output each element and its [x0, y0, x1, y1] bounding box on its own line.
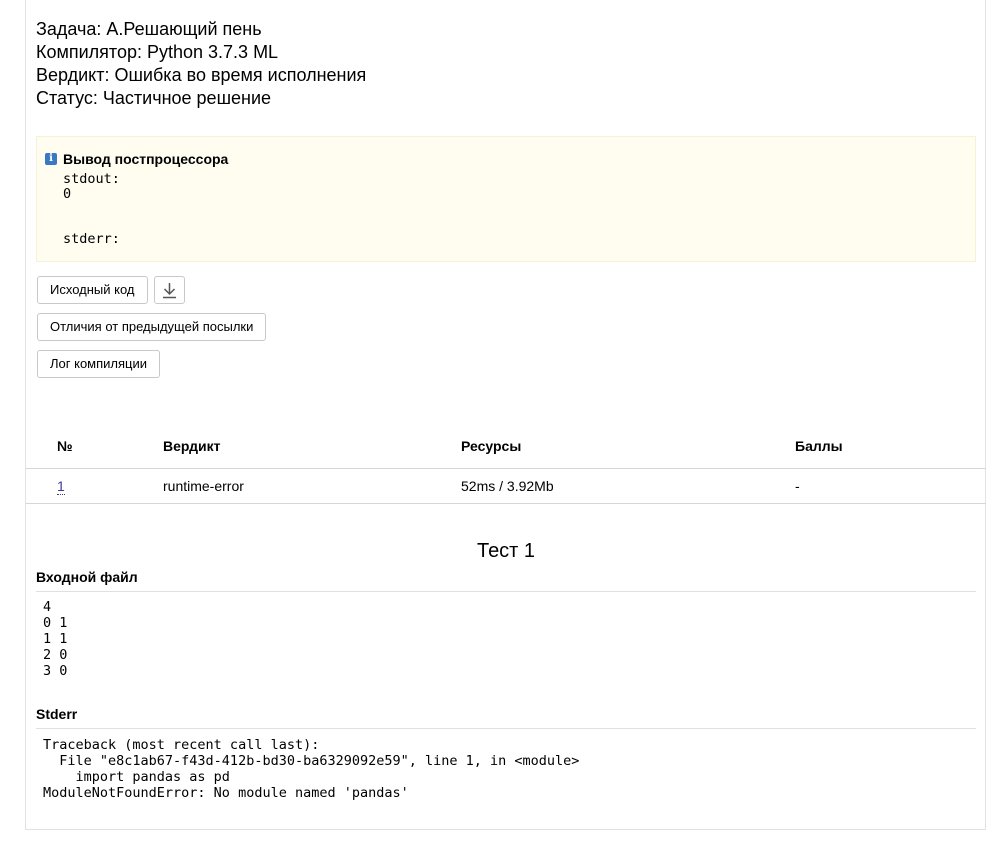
test-score: - — [795, 478, 800, 494]
postprocessor-text: stdout: 0 stderr: — [63, 172, 120, 247]
test-number-link[interactable]: 1 — [57, 478, 65, 495]
stderr-divider — [36, 728, 976, 729]
submission-panel: Задача: А.Решающий пень Компилятор: Pyth… — [25, 0, 986, 830]
submission-info: Задача: А.Решающий пень Компилятор: Pyth… — [36, 18, 366, 110]
stderr-label: stderr: — [63, 231, 120, 247]
test-resources: 52ms / 3.92Mb — [461, 478, 554, 494]
test-verdict: runtime-error — [163, 478, 244, 494]
table-row: 1 runtime-error 52ms / 3.92Mb - — [26, 469, 986, 504]
stderr-label: Stderr — [36, 706, 78, 722]
verdict-line: Вердикт: Ошибка во время исполнения — [36, 65, 367, 85]
compiler-line: Компилятор: Python 3.7.3 ML — [36, 42, 279, 62]
col-num-header: № — [57, 438, 73, 454]
input-file-content: 4 0 1 1 1 2 0 3 0 — [43, 599, 68, 679]
stdout-label: stdout: — [63, 171, 120, 187]
col-score-header: Баллы — [795, 438, 843, 454]
download-button[interactable] — [154, 276, 185, 304]
stdout-value: 0 — [63, 186, 72, 202]
postprocessor-output: i Вывод постпроцессора stdout: 0 stderr: — [36, 136, 976, 262]
col-verdict-header: Вердикт — [163, 438, 221, 454]
stderr-content: Traceback (most recent call last): File … — [43, 737, 580, 801]
tests-table-header: № Вердикт Ресурсы Баллы — [26, 429, 986, 469]
task-line: Задача: А.Решающий пень — [36, 19, 262, 39]
info-icon: i — [45, 153, 57, 165]
col-resources-header: Ресурсы — [461, 438, 522, 454]
status-line: Статус: Частичное решение — [36, 88, 272, 108]
diff-previous-button[interactable]: Отличия от предыдущей посылки — [37, 313, 267, 341]
input-file-label: Входной файл — [36, 569, 138, 585]
compile-log-button[interactable]: Лог компиляции — [37, 350, 161, 378]
postprocessor-title: Вывод постпроцессора — [63, 151, 229, 167]
source-code-button[interactable]: Исходный код — [37, 276, 148, 304]
test-title: Тест 1 — [476, 540, 536, 562]
input-divider — [36, 591, 976, 592]
download-icon — [163, 283, 176, 299]
